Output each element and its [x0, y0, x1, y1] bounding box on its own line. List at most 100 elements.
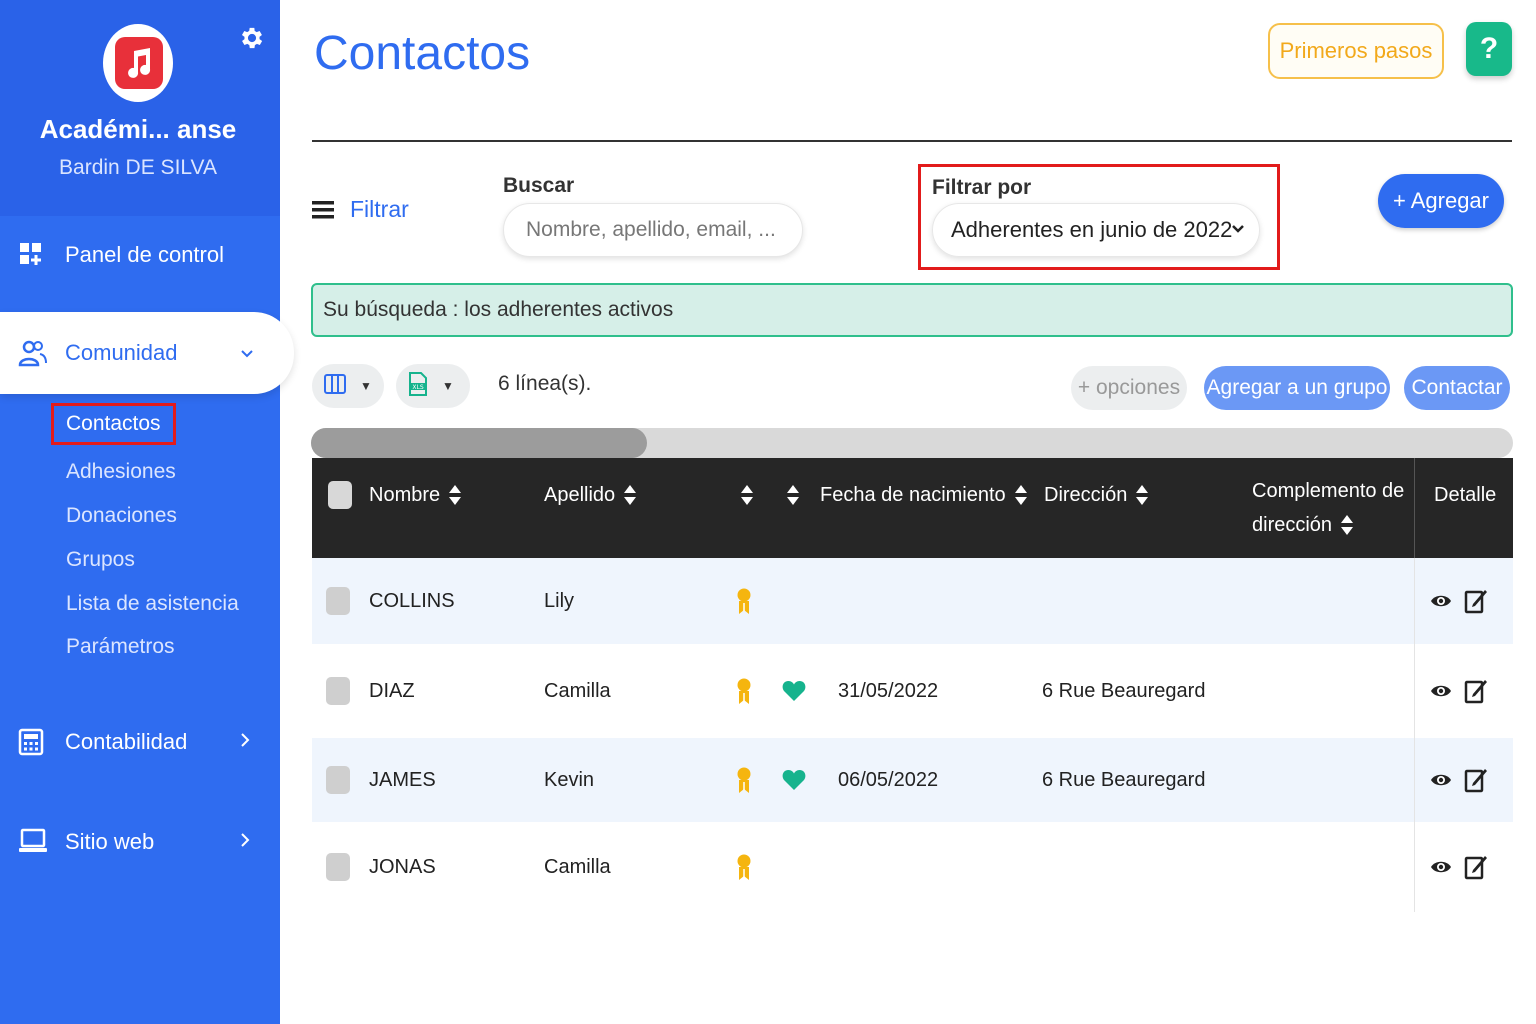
sub-donaciones[interactable]: Donaciones — [66, 504, 177, 528]
table-row[interactable]: COLLINS Lily — [312, 558, 1513, 644]
sort-icon — [449, 485, 462, 505]
edit-icon[interactable] — [1464, 558, 1488, 644]
medal-icon — [736, 822, 752, 912]
column-separator — [1414, 458, 1415, 558]
row-checkbox[interactable] — [326, 822, 350, 912]
user-name: Bardin DE SILVA — [59, 156, 217, 179]
col-complemento-label: Complemento de — [1252, 479, 1405, 502]
table-row[interactable]: JONAS Camilla — [312, 822, 1513, 912]
edit-icon[interactable] — [1464, 738, 1488, 822]
table-row[interactable]: DIAZ Camilla 31/05/2022 6 Rue Beauregard — [312, 644, 1513, 738]
sort-icon — [1014, 485, 1027, 505]
sort-icon — [741, 485, 753, 505]
cell-apellido: Kevin — [544, 768, 595, 791]
col-apellido-label: Apellido — [544, 483, 616, 506]
view-eye-icon[interactable] — [1430, 644, 1452, 738]
sort-icon — [1136, 485, 1149, 505]
contact-button[interactable]: Contactar — [1404, 366, 1510, 410]
calculator-icon — [18, 728, 46, 756]
nav-accounting-label: Contabilidad — [65, 729, 188, 754]
chevron-right-icon — [240, 731, 250, 754]
cell-nombre: DIAZ — [369, 679, 415, 702]
scrollbar-thumb[interactable] — [311, 428, 647, 458]
sort-icon — [787, 485, 799, 505]
col-donation-sort[interactable] — [778, 480, 800, 510]
col-detalle-label: Detalle — [1434, 483, 1497, 506]
select-all-checkbox[interactable] — [328, 480, 352, 510]
edit-icon[interactable] — [1464, 822, 1488, 912]
page-title: Contactos — [314, 27, 531, 80]
search-input[interactable] — [503, 203, 803, 257]
col-nombre[interactable]: Nombre — [369, 480, 462, 510]
filter-select[interactable]: Adherentes en junio de 2022 — [932, 203, 1260, 257]
org-name: Académi... anse — [39, 114, 237, 144]
line-count: 6 línea(s). — [498, 372, 592, 395]
cell-nombre: COLLINS — [369, 589, 455, 612]
view-eye-icon[interactable] — [1430, 558, 1452, 644]
col-complemento[interactable]: Complemento de — [1252, 476, 1404, 506]
search-label: Buscar — [503, 174, 575, 197]
add-button[interactable]: + Agregar — [1378, 174, 1504, 228]
col-direccion-label: Dirección — [1044, 483, 1128, 506]
nav-dashboard-label: Panel de control — [65, 242, 224, 267]
org-logo[interactable] — [103, 24, 173, 102]
row-checkbox[interactable] — [326, 738, 350, 822]
cell-fecha: 31/05/2022 — [838, 679, 939, 702]
users-icon — [18, 339, 47, 367]
header-divider — [312, 140, 1512, 142]
col-direccion[interactable]: Dirección — [1044, 480, 1149, 510]
add-to-group-button[interactable]: Agregar a un grupo — [1204, 366, 1390, 410]
columns-icon — [324, 373, 346, 399]
primeros-pasos-button[interactable]: Primeros pasos — [1268, 23, 1444, 79]
column-separator — [1414, 558, 1415, 644]
gear-icon[interactable] — [238, 24, 266, 52]
cell-apellido: Camilla — [544, 679, 611, 702]
export-button[interactable]: XLS ▼ — [396, 364, 470, 408]
nav-dashboard[interactable]: Panel de control — [0, 225, 280, 285]
chevron-down-icon — [240, 342, 254, 365]
sort-icon — [624, 485, 637, 505]
sub-lista-asistencia[interactable]: Lista de asistencia — [66, 592, 239, 616]
sidebar: Académi... anse Bardin DE SILVA Panel de… — [0, 0, 294, 1024]
sub-contactos[interactable]: Contactos — [51, 403, 176, 445]
filter-toggle-button[interactable]: Filtrar — [312, 196, 409, 223]
col-membership-sort[interactable] — [732, 480, 754, 510]
cell-apellido: Camilla — [544, 855, 611, 878]
medal-icon — [736, 644, 752, 738]
medal-icon — [736, 738, 752, 822]
cell-direccion: 6 Rue Beauregard — [1042, 679, 1206, 702]
heart-icon — [782, 738, 806, 822]
music-note-icon — [115, 37, 163, 89]
col-fecha[interactable]: Fecha de nacimiento — [820, 480, 1028, 510]
svg-text:XLS: XLS — [412, 384, 423, 391]
nav-website[interactable]: Sitio web — [0, 812, 280, 872]
options-button[interactable]: + opciones — [1071, 366, 1187, 410]
sub-grupos[interactable]: Grupos — [66, 548, 135, 572]
column-separator — [1414, 644, 1415, 738]
filter-label: Filtrar por — [932, 176, 1032, 199]
sub-adhesiones[interactable]: Adhesiones — [66, 460, 176, 484]
heart-icon — [782, 644, 806, 738]
col-complemento-line2[interactable]: dirección — [1252, 510, 1354, 540]
cell-nombre: JAMES — [369, 768, 436, 791]
menu-lines-icon — [312, 199, 334, 221]
col-apellido[interactable]: Apellido — [544, 480, 637, 510]
cell-apellido: Lily — [544, 589, 575, 612]
view-eye-icon[interactable] — [1430, 738, 1452, 822]
edit-icon[interactable] — [1464, 644, 1488, 738]
sort-icon — [1341, 515, 1354, 535]
view-eye-icon[interactable] — [1430, 822, 1452, 912]
xls-file-icon: XLS — [408, 371, 428, 401]
row-checkbox[interactable] — [326, 558, 350, 644]
nav-community[interactable]: Comunidad — [0, 312, 294, 394]
nav-accounting[interactable]: Contabilidad — [0, 712, 280, 772]
table-row[interactable]: JAMES Kevin 06/05/2022 6 Rue Beauregard — [312, 738, 1513, 822]
sub-parametros[interactable]: Parámetros — [66, 635, 175, 659]
columns-button[interactable]: ▼ — [312, 364, 384, 408]
help-button[interactable]: ? — [1466, 22, 1512, 76]
cell-direccion: 6 Rue Beauregard — [1042, 768, 1206, 791]
search-summary: Su búsqueda : los adherentes activos — [311, 283, 1513, 337]
row-checkbox[interactable] — [326, 644, 350, 738]
col-nombre-label: Nombre — [369, 483, 441, 506]
chevron-right-icon — [240, 831, 250, 854]
